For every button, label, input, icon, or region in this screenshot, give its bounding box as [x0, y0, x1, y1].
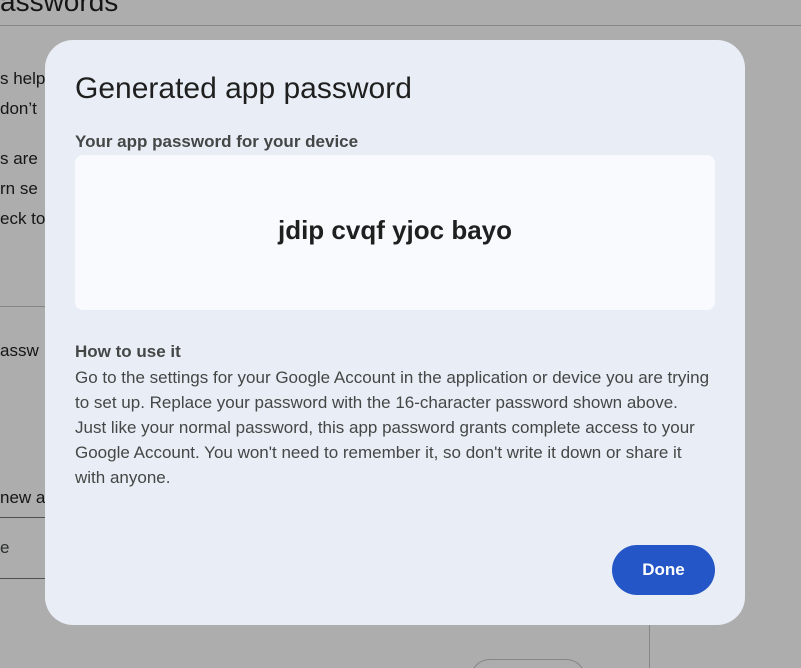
password-label: Your app password for your device [75, 132, 359, 151]
app-password-value[interactable]: jdip cvqf yjoc bayo [75, 215, 715, 246]
dialog-title: Generated app password [75, 72, 412, 105]
howto-instructions: Go to the settings for your Google Accou… [75, 365, 715, 490]
howto-paragraph: Go to the settings for your Google Accou… [75, 368, 710, 412]
howto-paragraph: Just like your normal password, this app… [75, 418, 695, 487]
howto-heading: How to use it [75, 342, 181, 361]
done-button[interactable]: Done [612, 545, 715, 595]
generated-password-dialog: Generated app password Your app password… [45, 40, 745, 625]
password-display-box: jdip cvqf yjoc bayo [75, 155, 715, 310]
